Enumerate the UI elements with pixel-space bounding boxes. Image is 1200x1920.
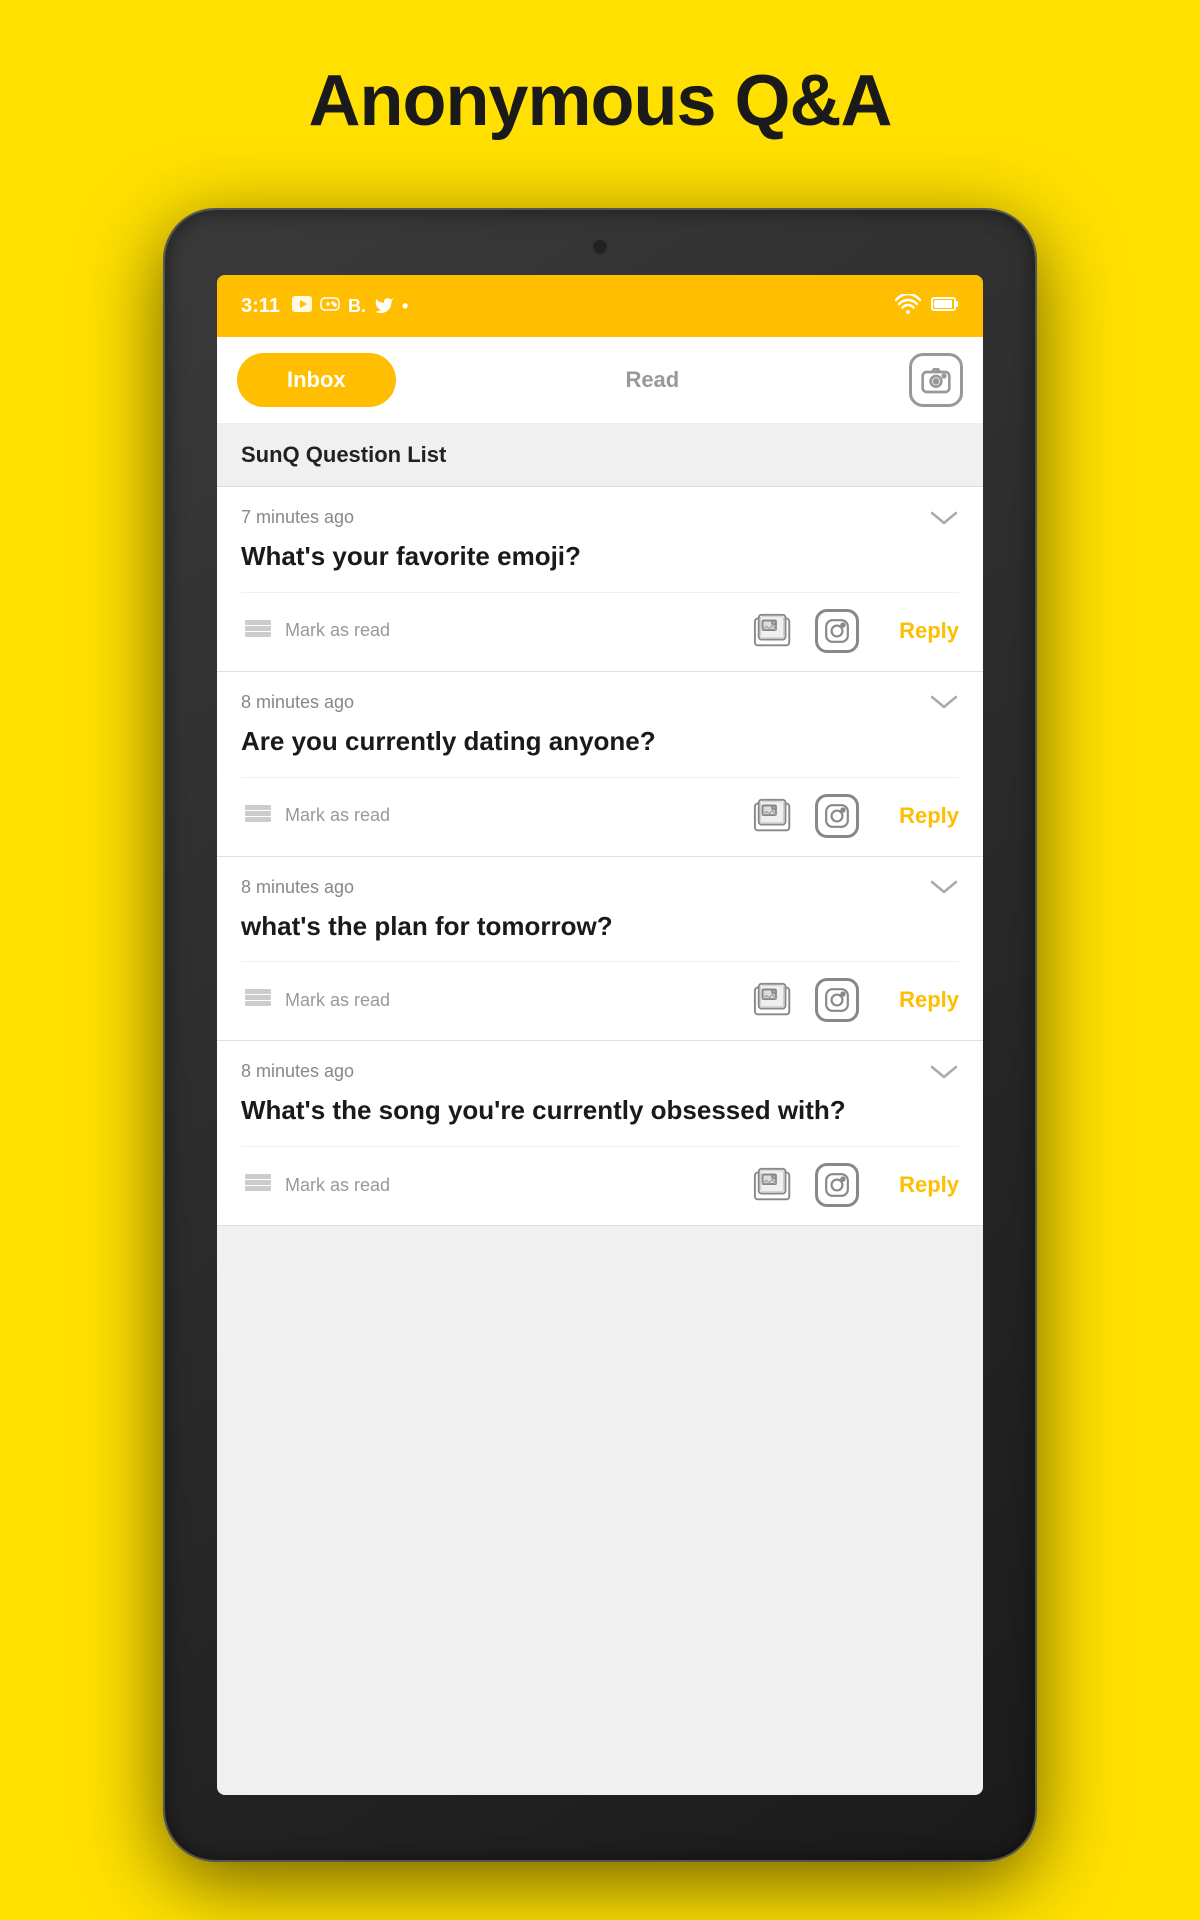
instagram-icon[interactable] [815, 1163, 859, 1207]
nav-tabs: Inbox Read [217, 337, 983, 424]
status-bar: 3:11 [217, 275, 983, 337]
question-meta: 7 minutes ago [241, 507, 959, 528]
photo-icon[interactable] [753, 981, 795, 1019]
tab-read[interactable]: Read [406, 353, 899, 407]
page-title: Anonymous Q&A [0, 0, 1200, 142]
camera-nav-icon[interactable] [909, 353, 963, 407]
mark-read-label: Mark as read [285, 805, 390, 826]
mark-read-label: Mark as read [285, 1175, 390, 1196]
device-frame: 3:11 [165, 210, 1035, 1860]
question-text: What's the song you're currently obsesse… [241, 1094, 959, 1128]
question-text: Are you currently dating anyone? [241, 725, 959, 759]
reply-button[interactable]: Reply [899, 987, 959, 1013]
section-header: SunQ Question List [217, 424, 983, 487]
question-time: 7 minutes ago [241, 507, 354, 528]
camera-lens [591, 238, 609, 256]
question-actions: Mark as read [241, 961, 959, 1040]
instagram-icon[interactable] [815, 794, 859, 838]
chevron-down-icon[interactable] [929, 508, 959, 528]
chevron-down-icon[interactable] [929, 692, 959, 712]
status-left: 3:11 [241, 295, 409, 318]
stack-icon [241, 986, 277, 1014]
photo-icon[interactable] [753, 1166, 795, 1204]
b-icon: B. [348, 296, 366, 317]
status-icons: B. • [292, 295, 409, 318]
more-icon: • [402, 296, 409, 317]
question-meta: 8 minutes ago [241, 1061, 959, 1082]
stack-icon [241, 802, 277, 830]
question-time: 8 minutes ago [241, 692, 354, 713]
photo-icon[interactable] [753, 612, 795, 650]
reply-button[interactable]: Reply [899, 618, 959, 644]
mark-read-label: Mark as read [285, 990, 390, 1011]
stack-icon [241, 617, 277, 645]
chevron-down-icon[interactable] [929, 877, 959, 897]
photo-icon[interactable] [753, 797, 795, 835]
stack-icon [241, 1171, 277, 1199]
mark-read-button[interactable]: Mark as read [241, 986, 753, 1014]
chevron-down-icon[interactable] [929, 1062, 959, 1082]
tab-inbox[interactable]: Inbox [237, 353, 396, 407]
question-text: what's the plan for tomorrow? [241, 910, 959, 944]
question-actions: Mark as read [241, 777, 959, 856]
question-time: 8 minutes ago [241, 1061, 354, 1082]
question-item: 8 minutes ago Are you currently dating a… [217, 672, 983, 857]
wifi-icon [895, 294, 921, 319]
reply-button[interactable]: Reply [899, 1172, 959, 1198]
status-time: 3:11 [241, 295, 280, 318]
instagram-icon[interactable] [815, 978, 859, 1022]
tablet-screen: 3:11 [217, 275, 983, 1795]
question-item: 8 minutes ago what's the plan for tomorr… [217, 857, 983, 1042]
question-item: 7 minutes ago What's your favorite emoji… [217, 487, 983, 672]
tablet-body: 3:11 [165, 210, 1035, 1860]
mark-read-button[interactable]: Mark as read [241, 1171, 753, 1199]
question-meta: 8 minutes ago [241, 877, 959, 898]
mark-read-label: Mark as read [285, 620, 390, 641]
action-icons: Reply [753, 978, 959, 1022]
twitter-icon [374, 295, 394, 318]
question-text: What's your favorite emoji? [241, 540, 959, 574]
battery-icon [931, 296, 959, 317]
action-icons: Reply [753, 1163, 959, 1207]
question-actions: Mark as read [241, 592, 959, 671]
mark-read-button[interactable]: Mark as read [241, 802, 753, 830]
question-actions: Mark as read [241, 1146, 959, 1225]
action-icons: Reply [753, 609, 959, 653]
instagram-icon[interactable] [815, 609, 859, 653]
youtube-icon [292, 296, 312, 317]
question-item: 8 minutes ago What's the song you're cur… [217, 1041, 983, 1226]
question-time: 8 minutes ago [241, 877, 354, 898]
question-meta: 8 minutes ago [241, 692, 959, 713]
action-icons: Reply [753, 794, 959, 838]
mark-read-button[interactable]: Mark as read [241, 617, 753, 645]
status-right [895, 294, 959, 319]
reply-button[interactable]: Reply [899, 803, 959, 829]
game-icon [320, 296, 340, 317]
